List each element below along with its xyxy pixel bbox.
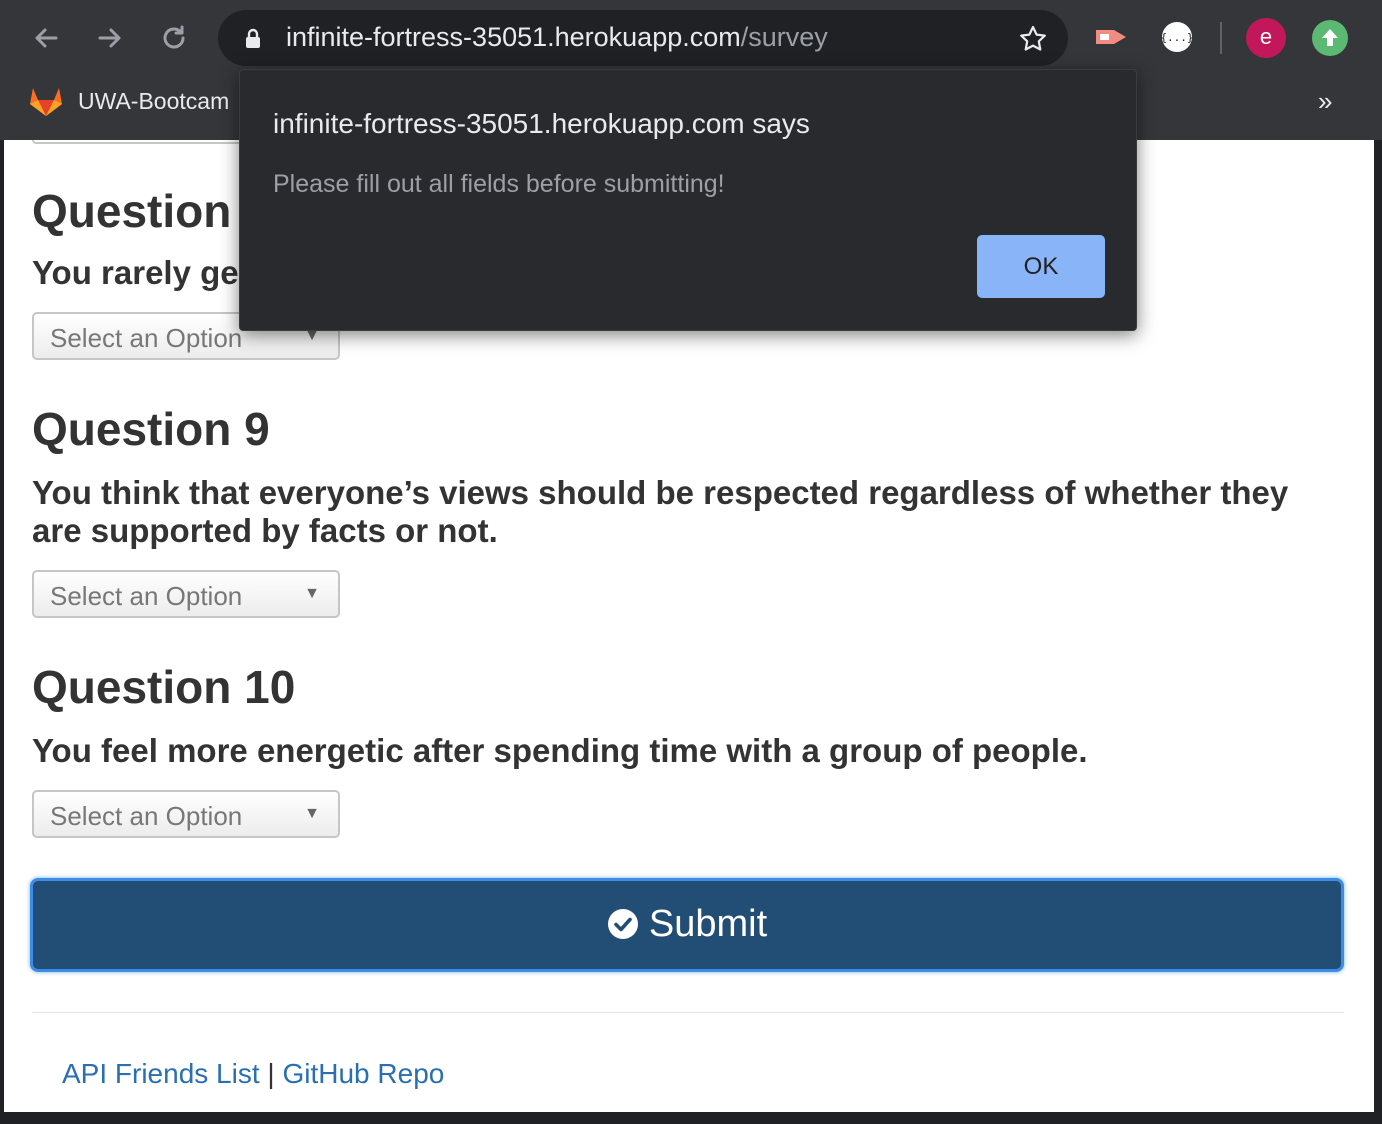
url-path: /survey bbox=[740, 22, 828, 52]
submit-button[interactable]: Submit bbox=[30, 878, 1344, 972]
url-text[interactable]: infinite-fortress-35051.herokuapp.com/su… bbox=[286, 22, 828, 53]
select-value: Select an Option bbox=[50, 801, 243, 831]
alert-dialog: infinite-fortress-35051.herokuapp.com sa… bbox=[239, 69, 1137, 331]
gitlab-icon bbox=[30, 88, 62, 116]
question-9-title: Question 9 bbox=[32, 403, 270, 455]
api-friends-list-link[interactable]: API Friends List bbox=[62, 1058, 260, 1089]
question-10-select[interactable]: Select an Option ▼ bbox=[32, 790, 340, 838]
reload-icon[interactable] bbox=[154, 18, 194, 58]
more-bookmarks-button[interactable]: » bbox=[1318, 86, 1332, 117]
question-10-text: You feel more energetic after spending t… bbox=[32, 732, 1088, 769]
svg-text:{...}: {...} bbox=[1160, 31, 1193, 44]
toolbar-separator bbox=[1220, 22, 1222, 54]
footer-links: API Friends List | GitHub Repo bbox=[62, 1058, 444, 1090]
address-bar[interactable]: infinite-fortress-35051.herokuapp.com/su… bbox=[218, 10, 1068, 66]
forward-icon[interactable] bbox=[90, 18, 130, 58]
footer-separator: | bbox=[267, 1058, 275, 1089]
dialog-title: infinite-fortress-35051.herokuapp.com sa… bbox=[273, 108, 810, 139]
bookmark-label: UWA-Bootcam bbox=[78, 88, 230, 114]
question-9-select[interactable]: Select an Option ▼ bbox=[32, 570, 340, 618]
profile-avatar[interactable]: e bbox=[1246, 18, 1286, 58]
extension-icon[interactable] bbox=[1094, 20, 1128, 54]
url-host: infinite-fortress-35051.herokuapp.com bbox=[286, 22, 741, 52]
select-value: Select an Option bbox=[50, 323, 243, 353]
update-icon[interactable] bbox=[1312, 20, 1348, 56]
footer-divider bbox=[32, 1012, 1344, 1013]
question-8-title: Question bbox=[32, 185, 232, 237]
question-9-text: You think that everyone’s views should b… bbox=[32, 474, 1289, 549]
submit-label: Submit bbox=[648, 903, 768, 945]
select-value: Select an Option bbox=[50, 581, 243, 611]
back-icon[interactable] bbox=[26, 18, 66, 58]
check-circle-icon bbox=[607, 909, 638, 939]
ok-button[interactable]: OK bbox=[977, 235, 1105, 298]
star-icon[interactable] bbox=[1018, 24, 1048, 54]
json-icon[interactable]: {...} bbox=[1160, 20, 1194, 54]
dropdown-arrow-icon: ▼ bbox=[304, 585, 320, 602]
dialog-message: Please fill out all fields before submit… bbox=[273, 170, 725, 198]
dropdown-arrow-icon: ▼ bbox=[304, 805, 320, 822]
lock-icon[interactable] bbox=[242, 27, 264, 49]
github-repo-link[interactable]: GitHub Repo bbox=[282, 1058, 444, 1089]
question-10-title: Question 10 bbox=[32, 661, 296, 713]
